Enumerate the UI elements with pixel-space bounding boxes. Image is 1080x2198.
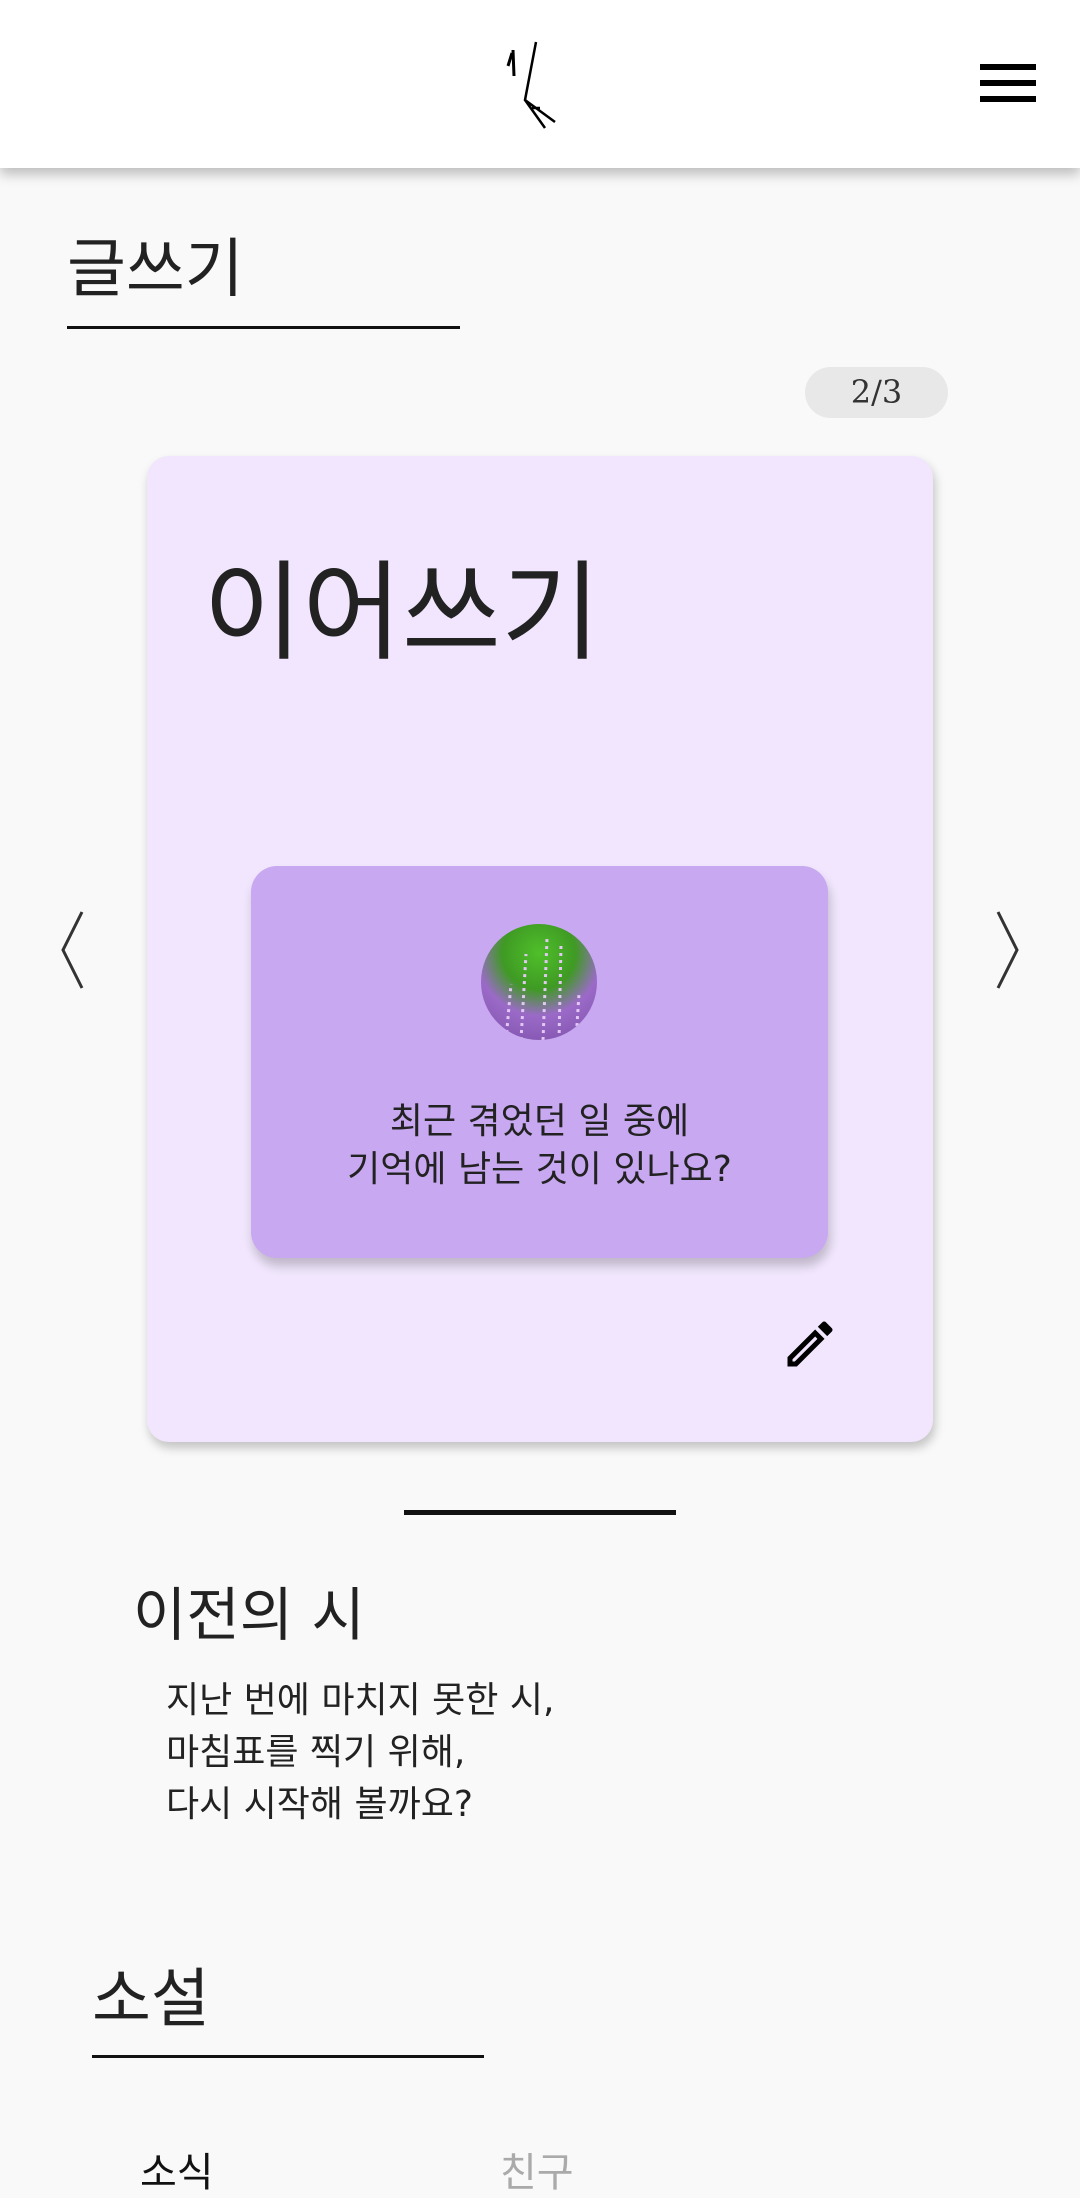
chevron-right-icon[interactable] [992,910,1022,990]
prompt-line-1: 최근 겪었던 일 중에 [389,1101,690,1142]
description-line: 마침표를 찍기 위해, [166,1732,466,1773]
carousel-divider [404,1510,676,1515]
app-header [0,0,1080,168]
hamburger-menu-icon[interactable] [980,64,1036,104]
prompt-card[interactable]: 최근 겪었던 일 중에 기억에 남는 것이 있나요? [251,866,828,1258]
lavender-flower-image [481,924,597,1040]
prompt-line-2: 기억에 남는 것이 있나요? [347,1149,732,1190]
pencil-icon[interactable] [780,1314,840,1374]
tab-friends[interactable]: 친구 [500,2140,574,2198]
previous-poem-description: 지난 번에 마치지 못한 시, 마침표를 찍기 위해, 다시 시작해 볼까요? [166,1675,554,1831]
section-underline [67,326,460,329]
chevron-left-icon[interactable] [58,910,88,990]
tab-news[interactable]: 소식 [140,2140,214,2198]
section-title-writing: 글쓰기 [67,233,244,307]
writing-card-continue[interactable]: 이어쓰기 최근 겪었던 일 중에 기억에 남는 것이 있나요? [147,456,933,1442]
section-underline [92,2055,484,2058]
description-line: 다시 시작해 볼까요? [166,1784,473,1825]
previous-poem-title[interactable]: 이전의 시 [133,1568,365,1652]
card-title: 이어쓰기 [203,551,601,676]
logo[interactable] [500,38,580,130]
section-title-novel: 소설 [92,1963,210,2037]
page-indicator: 2/3 [805,367,948,418]
description-line: 지난 번에 마치지 못한 시, [166,1680,555,1721]
